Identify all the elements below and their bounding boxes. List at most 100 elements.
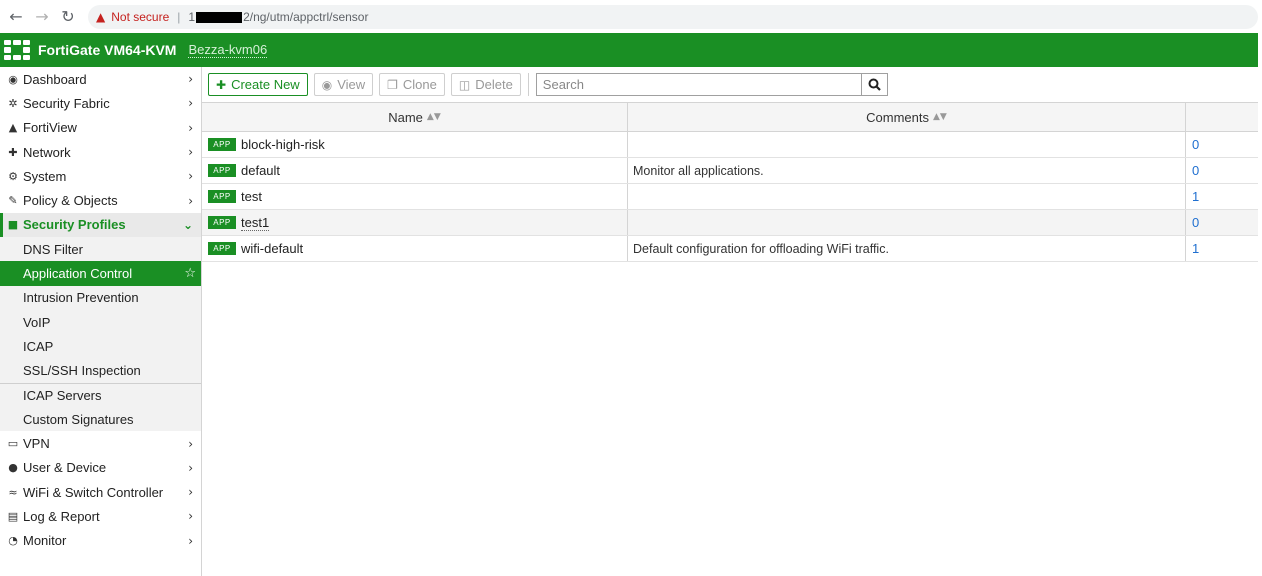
sidebar-sub-label: Application Control: [23, 266, 133, 282]
clone-button[interactable]: ❐ Clone: [379, 73, 445, 96]
sidebar-sub-voip[interactable]: VoIP: [0, 309, 201, 335]
chevron-right-icon: ›: [188, 485, 193, 500]
sidebar-item-user-device[interactable]: ● User & Device ›: [0, 456, 201, 480]
forward-arrow-icon[interactable]: →: [32, 7, 52, 27]
gear-icon: ⚙: [8, 169, 18, 183]
clone-label: Clone: [402, 77, 437, 92]
user-icon: ●: [8, 461, 18, 475]
profile-name: default: [241, 163, 281, 178]
hostname-link[interactable]: Bezza-kvm06: [188, 42, 268, 58]
table-row[interactable]: APP block-high-risk 0: [202, 132, 1258, 158]
cell-comment: [628, 210, 1186, 235]
warning-triangle-icon: ▲: [96, 10, 106, 24]
sidebar-sub-label: Intrusion Prevention: [23, 290, 139, 306]
chevron-right-icon: ›: [188, 145, 193, 160]
sidebar-item-label: Network: [23, 144, 71, 160]
sidebar-item-label: Dashboard: [23, 71, 87, 87]
laptop-icon: ▭: [7, 437, 19, 451]
policy-icon: ✎: [8, 194, 18, 208]
sort-icon: ▲▼: [426, 112, 441, 122]
reload-icon[interactable]: ↻: [58, 7, 78, 27]
not-secure-label: Not secure: [111, 10, 170, 24]
product-title: FortiGate VM64-KVM: [38, 42, 177, 58]
sidebar-item-label: User & Device: [23, 460, 107, 476]
bar-chart-icon: ▤: [7, 509, 19, 523]
toolbar: ✚ Create New ◉ View ❐ Clone ◫ Delete: [202, 67, 1258, 102]
delete-label: Delete: [475, 77, 513, 92]
delete-button[interactable]: ◫ Delete: [450, 73, 521, 96]
lock-icon: ■: [7, 218, 19, 232]
profile-name: block-high-risk: [241, 137, 325, 152]
app-badge: APP: [208, 190, 236, 203]
sidebar-item-label: VPN: [23, 436, 50, 452]
create-new-button[interactable]: ✚ Create New: [208, 73, 308, 96]
sidebar-sub-icap-servers[interactable]: ICAP Servers: [0, 382, 201, 408]
sidebar-item-policy-objects[interactable]: ✎ Policy & Objects ›: [0, 188, 201, 212]
search-button[interactable]: [860, 73, 888, 96]
column-header-name[interactable]: Name ▲▼: [202, 103, 628, 131]
sidebar-sub-intrusion-prevention[interactable]: Intrusion Prevention: [0, 285, 201, 310]
sidebar-item-label: Security Profiles: [23, 217, 126, 233]
ref-count-link[interactable]: 1: [1186, 184, 1258, 209]
view-label: View: [337, 77, 366, 92]
favorite-star-icon[interactable]: ☆: [184, 266, 196, 281]
profile-name: wifi-default: [241, 241, 304, 256]
back-arrow-icon[interactable]: ←: [6, 7, 26, 27]
profile-name: test: [241, 189, 262, 204]
profile-name: test1: [241, 214, 270, 231]
sidebar-sub-dns-filter[interactable]: DNS Filter: [0, 237, 201, 262]
ref-count-link[interactable]: 0: [1186, 158, 1258, 183]
fortinet-logo-icon: [4, 40, 30, 60]
sidebar-sub-application-control[interactable]: Application Control ☆: [0, 261, 201, 286]
eye-icon: ◉: [321, 77, 333, 92]
app-badge: APP: [208, 164, 236, 177]
trash-icon: ◫: [458, 77, 471, 92]
sidebar-item-label: Security Fabric: [23, 95, 110, 111]
monitor-icon: ◔: [8, 534, 18, 548]
sidebar-item-vpn[interactable]: ▭ VPN ›: [0, 431, 201, 455]
sidebar-item-log-report[interactable]: ▤ Log & Report ›: [0, 504, 201, 528]
sidebar-sub-label: ICAP Servers: [23, 388, 102, 403]
app-badge: APP: [208, 216, 236, 229]
sidebar-sub-custom-signatures[interactable]: Custom Signatures: [0, 407, 201, 432]
chevron-right-icon: ›: [188, 193, 193, 208]
sidebar-item-wifi-switch[interactable]: ≈ WiFi & Switch Controller ›: [0, 480, 201, 504]
sidebar-item-label: Policy & Objects: [23, 193, 118, 209]
table-row[interactable]: APP test1 0: [202, 210, 1258, 236]
table-header: Name ▲▼ Comments ▲▼: [202, 102, 1258, 132]
sidebar-item-label: Monitor: [23, 533, 67, 549]
table-row[interactable]: APP wifi-default Default configuration f…: [202, 236, 1258, 262]
table-row[interactable]: APP test 1: [202, 184, 1258, 210]
sidebar-item-security-profiles[interactable]: ■ Security Profiles ⌄: [0, 212, 201, 238]
dashboard-icon: ◉: [8, 72, 18, 86]
cell-name: APP default: [202, 158, 628, 183]
table-row[interactable]: APP default Monitor all applications. 0: [202, 158, 1258, 184]
sidebar-item-monitor[interactable]: ◔ Monitor ›: [0, 529, 201, 553]
toolbar-divider: [527, 73, 529, 96]
search-input[interactable]: [535, 73, 861, 96]
ref-count-link[interactable]: 0: [1186, 132, 1258, 157]
url-text: 1 2/ng/utm/appctrl/sensor: [188, 10, 368, 24]
sidebar-item-security-fabric[interactable]: ✲ Security Fabric ›: [0, 91, 201, 115]
wifi-icon: ≈: [8, 485, 18, 499]
sidebar: ◉ Dashboard › ✲ Security Fabric › ▲ Fort…: [0, 67, 202, 576]
ref-count-link[interactable]: 0: [1186, 210, 1258, 235]
sidebar-item-network[interactable]: ✚ Network ›: [0, 140, 201, 164]
sidebar-item-dashboard[interactable]: ◉ Dashboard ›: [0, 67, 201, 91]
sidebar-item-fortiview[interactable]: ▲ FortiView ›: [0, 116, 201, 140]
cell-comment: Default configuration for offloading WiF…: [628, 236, 1186, 261]
sidebar-sub-icap[interactable]: ICAP: [0, 334, 201, 359]
sidebar-sub-label: SSL/SSH Inspection: [23, 363, 141, 379]
chevron-right-icon: ›: [188, 509, 193, 524]
sidebar-sub-ssl-ssh-inspection[interactable]: SSL/SSH Inspection: [0, 358, 201, 383]
address-bar[interactable]: ▲ Not secure | 1 2/ng/utm/appctrl/sensor: [88, 5, 1258, 29]
cell-comment: [628, 184, 1186, 209]
view-button[interactable]: ◉ View: [313, 73, 374, 96]
column-header-comments[interactable]: Comments ▲▼: [628, 103, 1186, 131]
sidebar-item-system[interactable]: ⚙ System ›: [0, 164, 201, 188]
ref-count-link[interactable]: 1: [1186, 236, 1258, 261]
column-header-ref[interactable]: [1186, 103, 1258, 131]
search-group: [535, 73, 888, 96]
network-icon: ✚: [8, 145, 18, 159]
app-header: FortiGate VM64-KVM Bezza-kvm06: [0, 33, 1258, 67]
